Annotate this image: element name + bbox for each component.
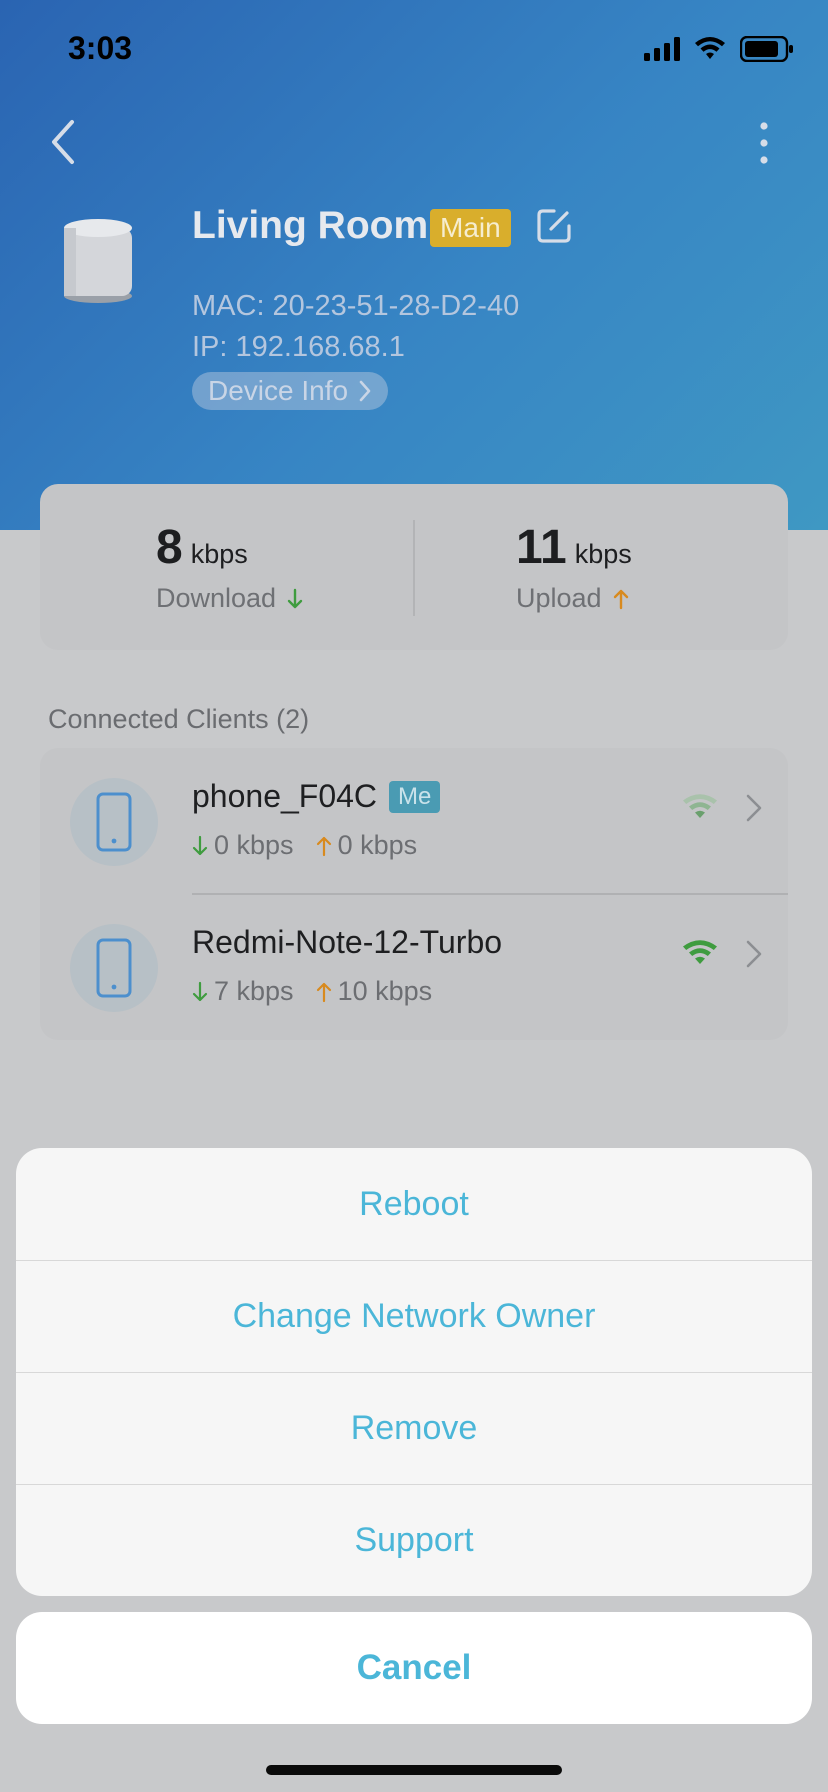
device-ip: IP: 192.168.68.1 [192, 331, 405, 363]
client-avatar [70, 924, 158, 1012]
edit-icon [537, 209, 571, 243]
connected-clients-title: Connected Clients (2) [48, 704, 310, 734]
chevron-right-icon [359, 380, 371, 402]
phone-icon [96, 938, 132, 998]
client-name: phone_F04C [192, 778, 378, 814]
status-bar: 3:03 [0, 0, 828, 100]
main-badge: Main [430, 209, 511, 247]
remove-button[interactable]: Remove [16, 1372, 812, 1484]
wifi-icon [683, 794, 717, 818]
client-row-phone-f04c[interactable]: phone_F04C Me 0 kbps 0 kbps [40, 748, 788, 894]
chevron-left-icon [52, 120, 74, 164]
client-download: 7 kbps [214, 976, 294, 1006]
upload-unit: kbps [574, 539, 632, 569]
download-value: 8 [156, 521, 183, 574]
arrow-down-icon [192, 981, 208, 1001]
upload-label: Upload [516, 583, 602, 613]
status-icons [644, 36, 794, 62]
arrow-up-icon [316, 836, 331, 856]
device-info-button[interactable]: Device Info [192, 372, 389, 410]
arrow-up-icon [613, 589, 628, 609]
client-name: Redmi-Note-12-Turbo [192, 924, 503, 960]
download-label: Download [156, 583, 277, 613]
wifi-status-icon [695, 37, 725, 59]
change-network-owner-button[interactable]: Change Network Owner [16, 1260, 812, 1372]
deco-device-image [64, 219, 132, 303]
support-button[interactable]: Support [16, 1484, 812, 1596]
client-row-redmi-note-12-turbo[interactable]: Redmi-Note-12-Turbo 7 kbps 10 kbps [40, 894, 788, 1040]
client-upload: 10 kbps [337, 976, 433, 1006]
arrow-down-icon [287, 588, 303, 608]
me-badge: Me [389, 780, 441, 813]
back-button[interactable] [44, 118, 84, 166]
cancel-button[interactable]: Cancel [16, 1612, 812, 1724]
edit-name-button[interactable] [534, 206, 574, 246]
more-vertical-icon [760, 122, 768, 164]
phone-icon [96, 792, 132, 852]
chevron-right-icon [746, 794, 762, 822]
clients-list: phone_F04C Me 0 kbps 0 kbps Redmi-Note-1… [40, 748, 788, 1040]
client-avatar [70, 778, 158, 866]
reboot-button[interactable]: Reboot [16, 1148, 812, 1260]
upload-value: 11 [516, 521, 567, 574]
device-name: Living Room [192, 204, 429, 247]
chevron-right-icon [746, 940, 762, 968]
home-indicator [266, 1765, 562, 1775]
download-speed: 8 kbps Download [156, 520, 456, 614]
more-button[interactable] [752, 118, 776, 168]
arrow-down-icon [192, 835, 208, 855]
status-time: 3:03 [68, 30, 133, 66]
battery-icon [740, 36, 793, 62]
device-mac: MAC: 20-23-51-28-D2-40 [192, 290, 520, 322]
action-sheet: Reboot Change Network Owner Remove Suppo… [16, 1148, 812, 1596]
device-info-label: Device Info [208, 375, 349, 406]
cellular-signal-icon [644, 37, 680, 61]
client-upload: 0 kbps [337, 830, 418, 860]
speed-divider [413, 520, 415, 616]
download-unit: kbps [190, 539, 248, 569]
client-download: 0 kbps [214, 830, 294, 860]
wifi-icon [683, 940, 717, 964]
arrow-up-icon [316, 982, 331, 1002]
upload-speed: 11 kbps Upload [516, 520, 816, 614]
speed-card: 8 kbps Download 11 kbps Upload [40, 484, 788, 650]
device-header: 3:03 Living Room Main MAC: 20-23-51-28-D… [0, 0, 828, 530]
